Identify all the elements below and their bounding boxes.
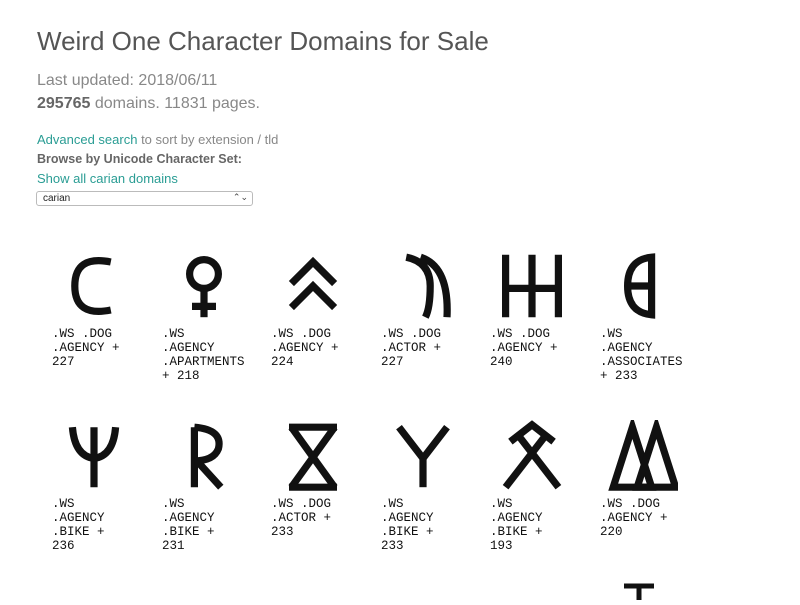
domain-list[interactable]: .WS .AGENCY .BIKE + 236 — [52, 497, 105, 553]
select-chevron-icon: ⌃⌄ — [232, 192, 248, 202]
browse-label: Browse by Unicode Character Set: — [37, 152, 242, 166]
advanced-search-link[interactable]: Advanced search — [37, 132, 137, 147]
double-delta-glyph-icon[interactable] — [606, 415, 681, 492]
theta-half-glyph-icon[interactable] — [606, 250, 678, 322]
domain-list[interactable]: .WS .AGENCY .APARTMENTS + 218 — [162, 327, 245, 383]
domain-list[interactable]: .WS .AGENCY .ASSOCIATES + 233 — [600, 327, 683, 383]
domain-list[interactable]: .WS .AGENCY .BIKE + 193 — [490, 497, 543, 553]
domain-list[interactable]: .WS .DOG .AGENCY + 240 — [490, 327, 558, 369]
charset-select-value: carian — [43, 193, 71, 204]
psi-shape-glyph-icon[interactable] — [58, 420, 130, 492]
domain-list[interactable]: .WS .AGENCY .BIKE + 233 — [381, 497, 434, 553]
h-double-bar-glyph-icon[interactable] — [496, 250, 568, 322]
ankh-shape-glyph-icon[interactable] — [168, 250, 240, 322]
advanced-search-line: Advanced search to sort by extension / t… — [37, 132, 278, 147]
advanced-search-hint: to sort by extension / tld — [137, 132, 279, 147]
domain-list[interactable]: .WS .AGENCY .BIKE + 231 — [162, 497, 215, 553]
domain-list[interactable]: .WS .DOG .ACTOR + 227 — [381, 327, 441, 369]
crescent-shape-glyph-icon[interactable] — [387, 250, 459, 322]
domain-list[interactable]: .WS .DOG .AGENCY + 220 — [600, 497, 668, 539]
c-shape-glyph-icon[interactable] — [58, 250, 130, 322]
page: Weird One Character Domains for Sale Las… — [0, 0, 800, 600]
partial-glyph — [620, 580, 660, 600]
domain-count-number: 295765 — [37, 95, 91, 112]
page-title: Weird One Character Domains for Sale — [37, 26, 489, 56]
domain-count: 295765 domains. 11831 pages. — [37, 92, 260, 115]
last-updated: Last updated: 2018/06/11 — [37, 72, 218, 89]
domain-list[interactable]: .WS .DOG .AGENCY + 227 — [52, 327, 120, 369]
charset-select[interactable]: carian ⌃⌄ — [36, 191, 253, 206]
double-chevron-up-glyph-icon[interactable] — [277, 250, 349, 322]
x-caret-shape-glyph-icon[interactable] — [496, 420, 568, 492]
x-bar-shape-glyph-icon[interactable] — [277, 420, 349, 492]
domain-count-text: domains. 11831 pages. — [90, 95, 260, 112]
r-shape-glyph-icon[interactable] — [168, 420, 240, 492]
show-all-link[interactable]: Show all carian domains — [37, 171, 178, 186]
domain-list[interactable]: .WS .DOG .AGENCY + 224 — [271, 327, 339, 369]
domain-list[interactable]: .WS .DOG .ACTOR + 233 — [271, 497, 331, 539]
y-shape-glyph-icon[interactable] — [387, 420, 459, 492]
page-meta: Last updated: 2018/06/11 295765 domains.… — [37, 69, 260, 115]
